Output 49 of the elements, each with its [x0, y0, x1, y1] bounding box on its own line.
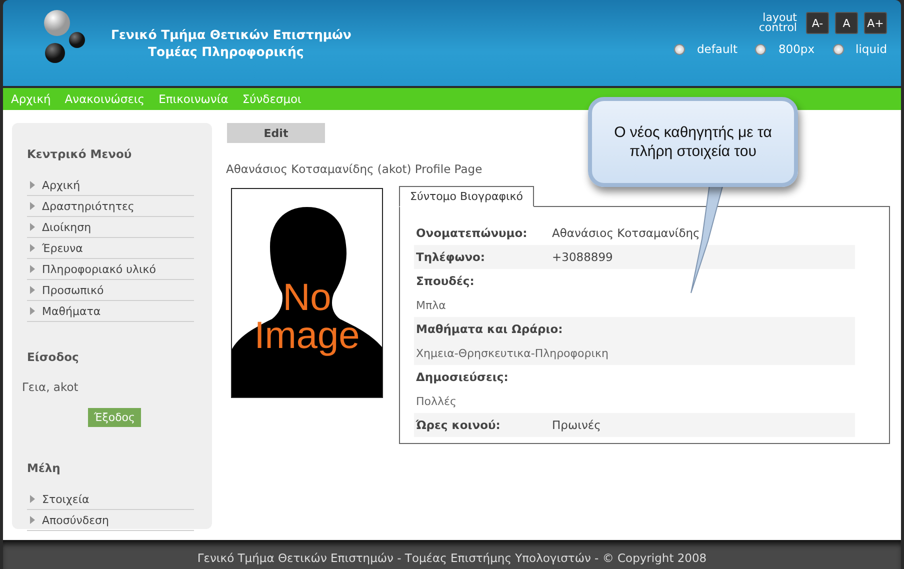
- field-label: Μαθήματα και Ωράριο:: [416, 322, 563, 336]
- no-image-label: No Image: [253, 279, 361, 355]
- field-label: Ονοματεπώνυμο:: [416, 226, 528, 240]
- field-label: Τηλέφωνο:: [416, 250, 486, 264]
- field-value: Αθανάσιος Κοτσαμανίδης: [552, 226, 700, 240]
- field-value: Μπλα: [416, 298, 446, 312]
- arrow-icon: [30, 286, 35, 294]
- field-value: Πολλές: [416, 394, 456, 408]
- site-title: Γενικό Τμήμα Θετικών Επιστημών: [111, 26, 352, 43]
- edit-button[interactable]: Edit: [227, 123, 325, 143]
- radio-button[interactable]: [755, 44, 766, 54]
- field-label: Σπουδές:: [416, 274, 474, 288]
- arrow-icon: [30, 181, 35, 189]
- sidebar-item[interactable]: Στοιχεία: [27, 489, 194, 510]
- arrow-icon: [30, 202, 35, 210]
- sidebar-item[interactable]: Διοίκηση: [27, 217, 194, 238]
- sidebar-item[interactable]: Αρχική: [27, 175, 194, 196]
- font-size-button[interactable]: A: [835, 12, 858, 34]
- field-value: Πρωινές: [552, 418, 601, 432]
- tab[interactable]: Σύντομο Βιογραφικό: [399, 186, 534, 207]
- sidebar-item[interactable]: Πληροφοριακό υλικό: [27, 259, 194, 280]
- sidebar-item[interactable]: Προσωπικό: [27, 280, 194, 301]
- sidebar-item[interactable]: Μαθήματα: [27, 301, 194, 322]
- arrow-icon: [30, 244, 35, 252]
- greeting-text: Γεια, akot: [21, 379, 80, 396]
- field-label: Ώρες κοινού:: [416, 418, 502, 432]
- font-size-button[interactable]: A+: [864, 12, 887, 34]
- arrow-icon: [30, 223, 35, 231]
- radio-button[interactable]: [832, 44, 844, 54]
- section-heading: Κεντρικό Μενού: [26, 146, 133, 163]
- sidebar-item[interactable]: Έρευνα: [27, 238, 194, 259]
- font-size-button[interactable]: A-: [806, 12, 829, 34]
- sidebar-item[interactable]: Δραστηριότητες: [27, 196, 194, 217]
- radio-button[interactable]: [674, 44, 685, 54]
- section-heading: Είσοδος: [26, 349, 80, 366]
- callout: Ο νέος καθηγητής με τα πλήρη στοιχεία του: [588, 97, 798, 187]
- field-label: Δημοσιεύσεις:: [416, 370, 508, 384]
- arrow-icon: [30, 265, 35, 273]
- layout-control-label: layout control: [758, 13, 797, 33]
- arrow-icon: [30, 307, 35, 315]
- field-value: +3088899: [552, 250, 613, 264]
- site-title: Τομέας Πληροφορικής: [147, 43, 305, 60]
- field-value: Χημεια-Θρησκευτικα-Πληροφορικη: [416, 346, 608, 360]
- sidebar-item[interactable]: Αποσύνδεση: [27, 510, 194, 531]
- footer-text: Γενικό Τμήμα Θετικών Επιστημών - Τομέας Επιστήμης Υπολογιστών - © Copyright 2008: [197, 551, 707, 567]
- page-title: Αθανάσιος Κοτσαμανίδης (akot) Profile Page: [226, 162, 482, 176]
- section-heading: Μέλη: [26, 460, 62, 477]
- arrow-icon: [30, 495, 35, 503]
- arrow-icon: [30, 516, 35, 524]
